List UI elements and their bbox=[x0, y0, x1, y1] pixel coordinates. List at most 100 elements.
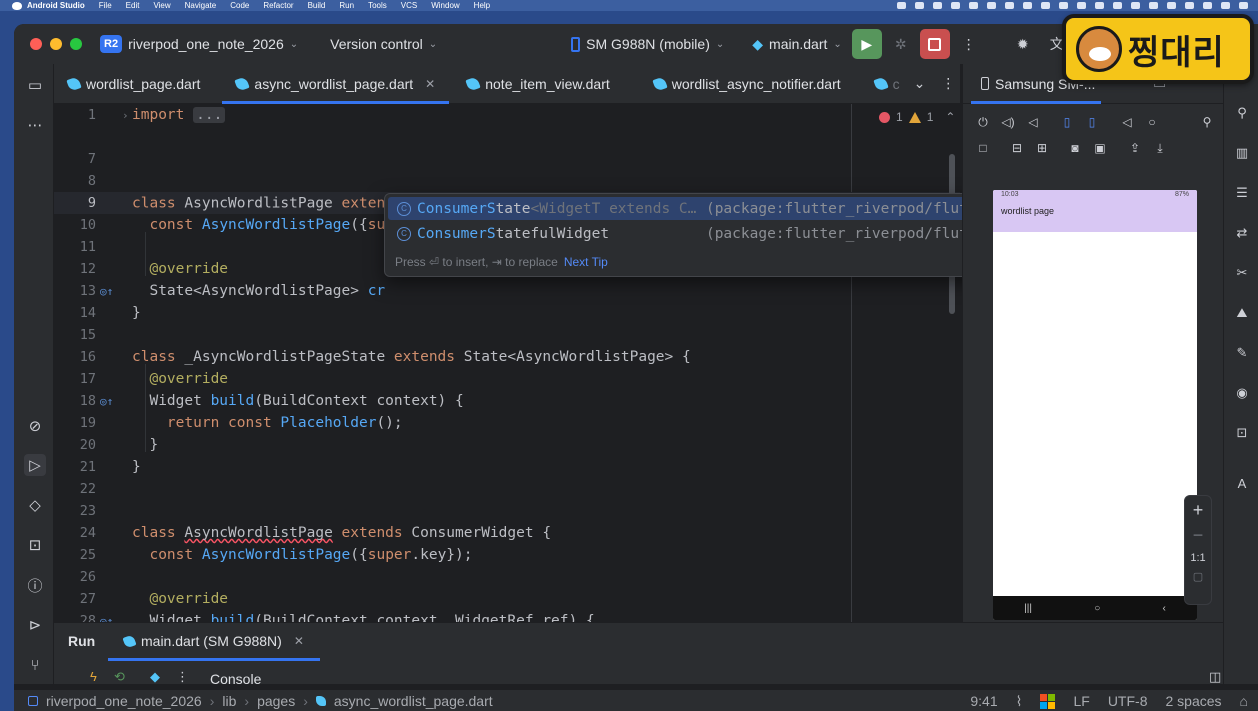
stop-button[interactable] bbox=[919, 29, 950, 59]
app-inspection-icon[interactable]: ⊡ bbox=[24, 534, 46, 556]
code-editor[interactable]: 1 1 ⌃ ⌄ 1›import ... 7 8 9class AsyncWor… bbox=[54, 104, 960, 622]
tray-icon[interactable] bbox=[1149, 2, 1158, 9]
project-selector[interactable]: riverpod_one_note_2026 bbox=[128, 36, 284, 52]
flutter-devtools-icon[interactable]: ◆ bbox=[150, 669, 160, 685]
line-separator[interactable]: LF bbox=[1073, 693, 1089, 709]
menu-tools[interactable]: Tools bbox=[368, 1, 387, 10]
file-encoding[interactable]: UTF-8 bbox=[1108, 693, 1148, 709]
breadcrumb-project[interactable]: riverpod_one_note_2026 bbox=[46, 693, 202, 709]
zoom-out-icon[interactable]: − bbox=[1185, 525, 1211, 546]
flutter-inspector-icon[interactable]: ⊘ bbox=[24, 415, 46, 437]
layout-inspector-icon[interactable]: ⊡ bbox=[1233, 424, 1251, 442]
project-badge[interactable]: R2 bbox=[100, 35, 123, 53]
tray-icon[interactable] bbox=[1059, 2, 1068, 9]
git-branch-icon[interactable]: ⑂ bbox=[24, 654, 46, 676]
tray-icon[interactable] bbox=[969, 2, 978, 9]
tray-icon[interactable] bbox=[951, 2, 960, 9]
more-actions-icon[interactable]: ⋮ bbox=[954, 29, 984, 59]
download-icon[interactable]: ⤓ bbox=[1152, 140, 1168, 156]
keyboard-icon[interactable]: ⊞ bbox=[1034, 140, 1050, 156]
gem-icon[interactable]: ◇ bbox=[24, 494, 46, 516]
rotate-right-icon[interactable]: ▯ bbox=[1084, 114, 1100, 130]
close-tab-icon[interactable]: ✕ bbox=[425, 77, 435, 91]
tray-icon[interactable] bbox=[897, 2, 906, 9]
tray-icon[interactable] bbox=[933, 2, 942, 9]
gradle-icon[interactable]: ⚲ bbox=[1233, 104, 1251, 122]
menu-view[interactable]: View bbox=[153, 1, 170, 10]
power-icon[interactable]: ⏻ bbox=[975, 114, 991, 130]
notifications-icon[interactable]: ☰ bbox=[1233, 184, 1251, 202]
breadcrumb-pages[interactable]: pages bbox=[257, 693, 295, 709]
tray-icon[interactable] bbox=[1041, 2, 1050, 9]
run-tool-icon[interactable]: ▷ bbox=[24, 454, 46, 476]
tray-icon[interactable] bbox=[1239, 2, 1248, 9]
tab-wordlist-async-notifier[interactable]: wordlist_async_notifier.dart bbox=[640, 64, 855, 103]
tray-icon[interactable] bbox=[915, 2, 924, 9]
image-icon[interactable]: ⛰ bbox=[1233, 304, 1251, 322]
tray-icon[interactable] bbox=[1167, 2, 1176, 9]
screen-record-icon[interactable]: ▣ bbox=[1092, 140, 1108, 156]
formatting-icon[interactable]: ⌇ bbox=[1016, 693, 1023, 710]
menu-edit[interactable]: Edit bbox=[126, 1, 140, 10]
back-nav-icon[interactable]: ‹ bbox=[1163, 603, 1166, 614]
tab-wordlist-page[interactable]: wordlist_page.dart bbox=[54, 64, 214, 103]
tools-icon[interactable]: ✂ bbox=[1233, 264, 1251, 282]
mirror-icon[interactable]: ⊟ bbox=[1009, 140, 1025, 156]
menu-app-name[interactable]: Android Studio bbox=[27, 1, 85, 10]
device-selector[interactable]: SM G988N (mobile) bbox=[586, 36, 710, 52]
menu-navigate[interactable]: Navigate bbox=[185, 1, 217, 10]
menu-refactor[interactable]: Refactor bbox=[263, 1, 293, 10]
tab-async-wordlist-page[interactable]: async_wordlist_page.dart ✕ bbox=[222, 64, 450, 104]
chevron-down-icon[interactable]: ⌄ bbox=[290, 39, 298, 50]
menu-code[interactable]: Code bbox=[230, 1, 249, 10]
tray-icon[interactable] bbox=[1131, 2, 1140, 9]
back-icon[interactable]: ◁ bbox=[1119, 114, 1135, 130]
zoom-ratio-button[interactable]: 1:1 bbox=[1185, 552, 1211, 564]
close-window-button[interactable] bbox=[30, 38, 42, 50]
chevron-down-icon[interactable]: ⌄ bbox=[716, 39, 724, 50]
tabs-overflow-chevron-icon[interactable]: ⌄ bbox=[906, 64, 934, 103]
lock-icon[interactable]: ⌂ bbox=[1240, 693, 1248, 709]
next-tip-link[interactable]: Next Tip bbox=[564, 255, 608, 269]
screenshot-icon[interactable]: ◙ bbox=[1067, 140, 1083, 156]
indent-setting[interactable]: 2 spaces bbox=[1165, 693, 1221, 709]
minimize-window-button[interactable] bbox=[50, 38, 62, 50]
tabs-more-icon[interactable]: ⋮ bbox=[933, 64, 963, 103]
tray-icon[interactable] bbox=[1095, 2, 1104, 9]
preview-icon[interactable]: ◉ bbox=[1233, 384, 1251, 402]
tray-icon[interactable] bbox=[987, 2, 996, 9]
apple-logo-icon[interactable] bbox=[12, 1, 22, 10]
more-tools-icon[interactable]: ⋯ bbox=[24, 114, 46, 136]
hot-restart-icon[interactable]: ⟲ bbox=[114, 669, 125, 685]
version-control-menu[interactable]: Version control bbox=[330, 36, 423, 52]
folded-imports[interactable]: ... bbox=[193, 107, 226, 123]
tab-note-item-view[interactable]: note_item_view.dart bbox=[453, 64, 624, 103]
problems-icon[interactable]: ⓘ bbox=[24, 574, 46, 596]
caret-position[interactable]: 9:41 bbox=[970, 693, 997, 709]
menu-vcs[interactable]: VCS bbox=[401, 1, 417, 10]
run-config-selector[interactable]: main.dart bbox=[769, 36, 827, 52]
device-manager-icon[interactable]: ▥ bbox=[1233, 144, 1251, 162]
tray-icon[interactable] bbox=[1077, 2, 1086, 9]
text-icon[interactable]: A bbox=[1233, 474, 1251, 492]
menu-file[interactable]: File bbox=[99, 1, 112, 10]
console-tab[interactable]: Console bbox=[210, 671, 261, 687]
close-tab-icon[interactable]: ✕ bbox=[294, 634, 304, 648]
layout-toggle-icon[interactable]: ◫ bbox=[1209, 669, 1221, 685]
emulator-icon[interactable]: ⇄ bbox=[1233, 224, 1251, 242]
menu-window[interactable]: Window bbox=[431, 1, 459, 10]
hot-reload-icon[interactable]: ϟ bbox=[90, 669, 97, 684]
tray-icon[interactable] bbox=[1203, 2, 1212, 9]
home-icon[interactable]: ○ bbox=[1144, 114, 1160, 130]
menu-build[interactable]: Build bbox=[308, 1, 326, 10]
rotate-left-icon[interactable]: ▯ bbox=[1059, 114, 1075, 130]
run-button[interactable]: ▶ bbox=[851, 29, 882, 59]
tray-icon[interactable] bbox=[1005, 2, 1014, 9]
fit-screen-icon[interactable]: ▢ bbox=[1185, 570, 1211, 583]
phone-screen[interactable]: 10:03 87% wordlist page ||| ○ ‹ bbox=[993, 190, 1197, 620]
tray-icon[interactable] bbox=[1221, 2, 1230, 9]
bug-icon[interactable]: ✹ bbox=[1008, 29, 1038, 59]
tray-icon[interactable] bbox=[1023, 2, 1032, 9]
menu-run[interactable]: Run bbox=[339, 1, 354, 10]
run-more-icon[interactable]: ⋮ bbox=[176, 669, 189, 685]
